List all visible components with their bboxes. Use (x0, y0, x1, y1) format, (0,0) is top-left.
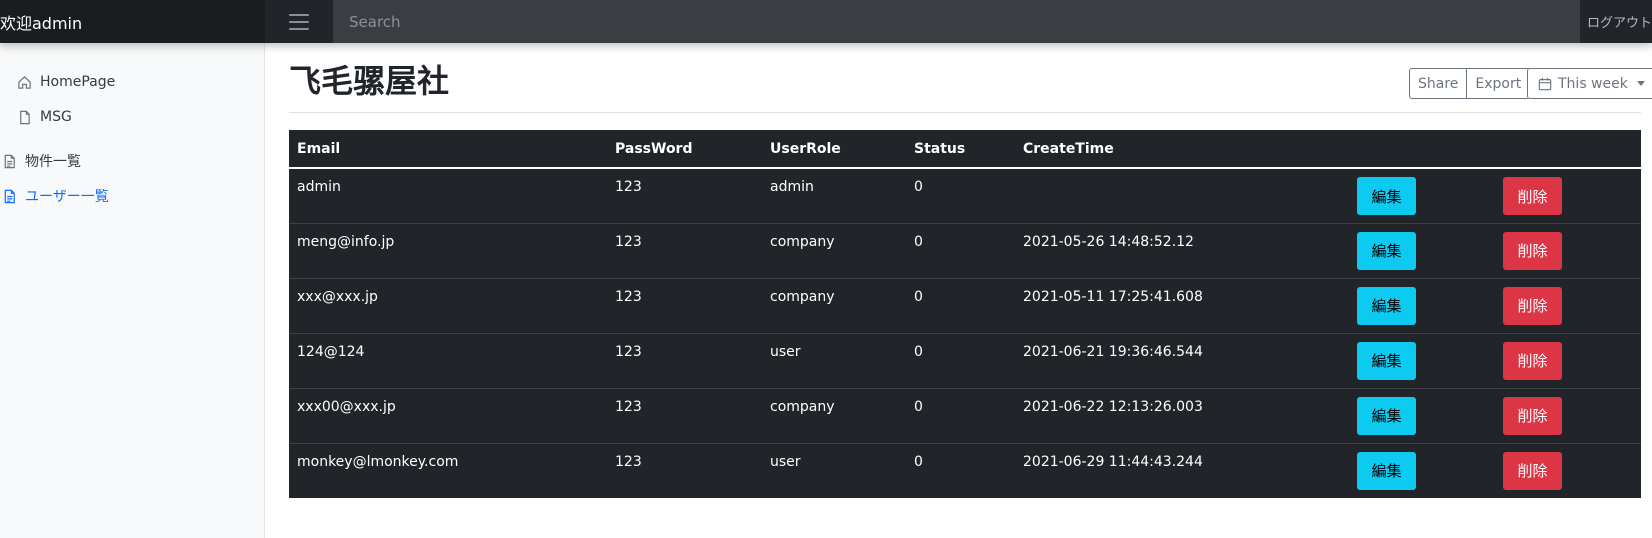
cell-userrole: company (762, 278, 906, 334)
table-row: meng@info.jp 123 company 0 2021-05-26 14… (289, 223, 1641, 279)
cell-edit: 編集 (1349, 333, 1495, 389)
cell-createtime: 2021-05-11 17:25:41.608 (1015, 278, 1349, 334)
cell-password: 123 (607, 333, 762, 389)
share-export-group: Share Export (1409, 68, 1531, 99)
logout-link[interactable]: ログアウト (1580, 0, 1652, 43)
column-header-status: Status (906, 130, 1015, 169)
file-text-icon (4, 154, 15, 168)
cell-password: 123 (607, 388, 762, 444)
cell-email: monkey@lmonkey.com (297, 453, 459, 470)
cell-email: xxx@xxx.jp (289, 278, 607, 334)
edit-button[interactable]: 編集 (1357, 396, 1416, 435)
search-input[interactable] (349, 0, 1580, 43)
sidebar-toggle-button[interactable] (265, 0, 333, 43)
column-header-userrole: UserRole (762, 130, 906, 169)
users-table: Email PassWord UserRole Status CreateTim… (289, 130, 1641, 498)
this-week-dropdown[interactable]: This week (1527, 68, 1652, 99)
edit-button[interactable]: 編集 (1357, 451, 1416, 490)
cell-edit: 編集 (1349, 443, 1495, 498)
sidebar-item-msg[interactable]: MSG (17, 109, 72, 125)
table-row: xxx@xxx.jp 123 company 0 2021-05-11 17:2… (289, 278, 1641, 334)
this-week-label: This week (1558, 75, 1628, 92)
cell-status: 0 (906, 333, 1015, 389)
cell-createtime (1015, 168, 1349, 224)
page-header: 飞毛骡屋社 Share Export This week (289, 43, 1652, 113)
cell-email: 124@124 (289, 333, 607, 389)
cell-edit: 編集 (1349, 388, 1495, 444)
sidebar-item-label: ユーザー一覧 (25, 189, 109, 205)
share-button[interactable]: Share (1409, 68, 1468, 99)
chevron-down-icon (1636, 81, 1645, 86)
cell-delete: 削除 (1495, 333, 1641, 389)
cell-userrole: admin (762, 168, 906, 224)
delete-button[interactable]: 削除 (1503, 396, 1562, 435)
column-header-createtime: CreateTime (1015, 130, 1349, 169)
cell-password: 123 (607, 278, 762, 334)
cell-email: xxx00@xxx.jp (289, 388, 607, 444)
cell-delete: 削除 (1495, 388, 1641, 444)
top-navbar: 欢迎admin ログアウト (0, 0, 1652, 43)
edit-button[interactable]: 編集 (1357, 286, 1416, 325)
table-row: monkey@lmonkey.com 123 user 0 2021-06-29… (289, 443, 1641, 498)
file-icon (20, 110, 30, 124)
delete-button[interactable]: 削除 (1503, 231, 1562, 270)
cell-status: 0 (914, 453, 923, 470)
column-header-edit (1349, 130, 1495, 169)
delete-button[interactable]: 削除 (1503, 286, 1562, 325)
cell-createtime: 2021-06-22 12:13:26.003 (1015, 388, 1349, 444)
page-title: 飞毛骡屋社 (289, 62, 450, 100)
cell-createtime: 2021-05-26 14:48:52.12 (1015, 223, 1349, 279)
cell-createtime: 2021-06-29 11:44:43.244 (1023, 453, 1203, 470)
brand-welcome[interactable]: 欢迎admin (0, 0, 265, 43)
cell-password: 123 (607, 168, 762, 224)
search-bar (333, 0, 1580, 43)
table-row: admin 123 admin 0 編集 削除 (289, 168, 1641, 224)
cell-email: meng@info.jp (289, 223, 607, 279)
cell-status: 0 (906, 388, 1015, 444)
cell-email: admin (289, 168, 607, 224)
edit-button[interactable]: 編集 (1357, 231, 1416, 270)
delete-button[interactable]: 削除 (1503, 177, 1562, 215)
sidebar-item-label: HomePage (40, 74, 116, 90)
table-row: xxx00@xxx.jp 123 company 0 2021-06-22 12… (289, 388, 1641, 444)
cell-userrole: user (770, 453, 801, 470)
table-header-row: Email PassWord UserRole Status CreateTim… (289, 130, 1641, 169)
sidebar-item-label: 物件一覧 (25, 154, 81, 170)
export-button[interactable]: Export (1467, 68, 1531, 99)
cell-delete: 削除 (1495, 168, 1641, 224)
cell-userrole: company (762, 223, 906, 279)
delete-button[interactable]: 削除 (1503, 341, 1562, 380)
sidebar-item-users[interactable]: ユーザー一覧 (2, 186, 109, 206)
delete-button[interactable]: 削除 (1503, 451, 1562, 490)
sidebar-item-properties[interactable]: 物件一覧 (2, 151, 81, 171)
sidebar-item-homepage[interactable]: HomePage (17, 74, 115, 90)
cell-edit: 編集 (1349, 168, 1495, 224)
home-icon (18, 75, 31, 89)
cell-password: 123 (607, 223, 762, 279)
column-header-delete (1495, 130, 1641, 169)
cell-delete: 削除 (1495, 223, 1641, 279)
cell-delete: 削除 (1495, 278, 1641, 334)
cell-status: 0 (906, 223, 1015, 279)
sidebar: HomePage MSG 物件一覧 ユーザー一覧 (0, 43, 265, 538)
menu-icon (289, 13, 309, 30)
file-text-icon (4, 189, 15, 203)
edit-button[interactable]: 編集 (1357, 341, 1416, 380)
cell-delete: 削除 (1495, 443, 1641, 498)
column-header-email: Email (289, 130, 607, 169)
cell-edit: 編集 (1349, 223, 1495, 279)
cell-status: 0 (906, 278, 1015, 334)
sidebar-item-label: MSG (40, 109, 72, 125)
edit-button[interactable]: 編集 (1357, 177, 1416, 215)
table-row: 124@124 123 user 0 2021-06-21 19:36:46.5… (289, 333, 1641, 389)
column-header-password: PassWord (607, 130, 762, 169)
cell-password: 123 (615, 453, 642, 470)
calendar-icon (1538, 77, 1552, 90)
cell-userrole: user (762, 333, 906, 389)
cell-createtime: 2021-06-21 19:36:46.544 (1015, 333, 1349, 389)
cell-status: 0 (906, 168, 1015, 224)
cell-userrole: company (762, 388, 906, 444)
cell-edit: 編集 (1349, 278, 1495, 334)
